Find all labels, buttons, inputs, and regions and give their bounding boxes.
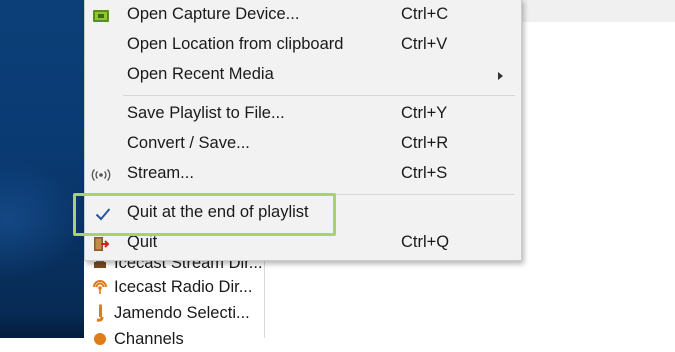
menu-item-open-capture-device[interactable]: Open Capture Device... Ctrl+C bbox=[85, 1, 521, 31]
channels-icon bbox=[89, 329, 111, 349]
submenu-arrow-icon bbox=[498, 72, 503, 80]
menu-item-shortcut: Ctrl+S bbox=[401, 164, 448, 182]
sidebar-item-icecast-radio[interactable]: Icecast Radio Dir... bbox=[84, 274, 264, 300]
menu-item-shortcut: Ctrl+V bbox=[401, 35, 448, 53]
menu-item-shortcut: Ctrl+Y bbox=[401, 104, 448, 122]
radio-icon bbox=[89, 277, 111, 297]
sidebar-item-channels[interactable]: Channels bbox=[84, 326, 264, 352]
menu-item-quit-at-end-of-playlist[interactable]: Quit at the end of playlist bbox=[85, 199, 521, 229]
menu-item-save-playlist[interactable]: Save Playlist to File... Ctrl+Y bbox=[85, 100, 521, 130]
menu-item-shortcut: Ctrl+C bbox=[401, 5, 449, 23]
menu-item-label: Convert / Save... bbox=[127, 134, 250, 152]
sidebar-item-jamendo[interactable]: Jamendo Selecti... bbox=[84, 300, 264, 326]
capture-device-icon bbox=[91, 6, 111, 26]
sidebar-item-label: Channels bbox=[114, 329, 184, 348]
media-menu: Open Capture Device... Ctrl+C Open Locat… bbox=[84, 0, 522, 261]
menu-item-label: Stream... bbox=[127, 164, 194, 182]
menu-item-shortcut: Ctrl+R bbox=[401, 134, 449, 152]
menu-item-label: Open Recent Media bbox=[127, 65, 274, 83]
menu-item-shortcut: Ctrl+Q bbox=[401, 233, 450, 251]
menu-separator bbox=[123, 194, 515, 195]
menu-item-label: Quit at the end of playlist bbox=[127, 203, 309, 221]
menu-item-label: Open Capture Device... bbox=[127, 5, 300, 23]
desktop-glow bbox=[0, 160, 84, 280]
menu-item-label: Quit bbox=[127, 233, 158, 251]
sidebar-item-label: Jamendo Selecti... bbox=[114, 303, 250, 322]
quit-icon bbox=[91, 234, 111, 254]
sidebar-item-label: Icecast Radio Dir... bbox=[114, 277, 253, 296]
menu-item-quit[interactable]: Quit Ctrl+Q bbox=[85, 229, 521, 259]
desktop-shade bbox=[0, 314, 84, 338]
menu-item-open-location-clipboard[interactable]: Open Location from clipboard Ctrl+V bbox=[85, 31, 521, 61]
desktop-background bbox=[0, 0, 84, 338]
menu-item-open-recent-media[interactable]: Open Recent Media bbox=[85, 61, 521, 91]
playlist-sidebar: Icecast Stream Dir... Icecast Radio Dir.… bbox=[84, 252, 265, 348]
menu-separator bbox=[123, 95, 515, 96]
jamendo-icon bbox=[89, 303, 111, 323]
menu-item-stream[interactable]: Stream... Ctrl+S bbox=[85, 160, 521, 190]
stream-icon bbox=[91, 165, 111, 185]
menu-item-label: Save Playlist to File... bbox=[127, 104, 285, 122]
checkmark-icon bbox=[93, 204, 113, 224]
menu-item-convert-save[interactable]: Convert / Save... Ctrl+R bbox=[85, 130, 521, 160]
menu-item-label: Open Location from clipboard bbox=[127, 35, 344, 53]
